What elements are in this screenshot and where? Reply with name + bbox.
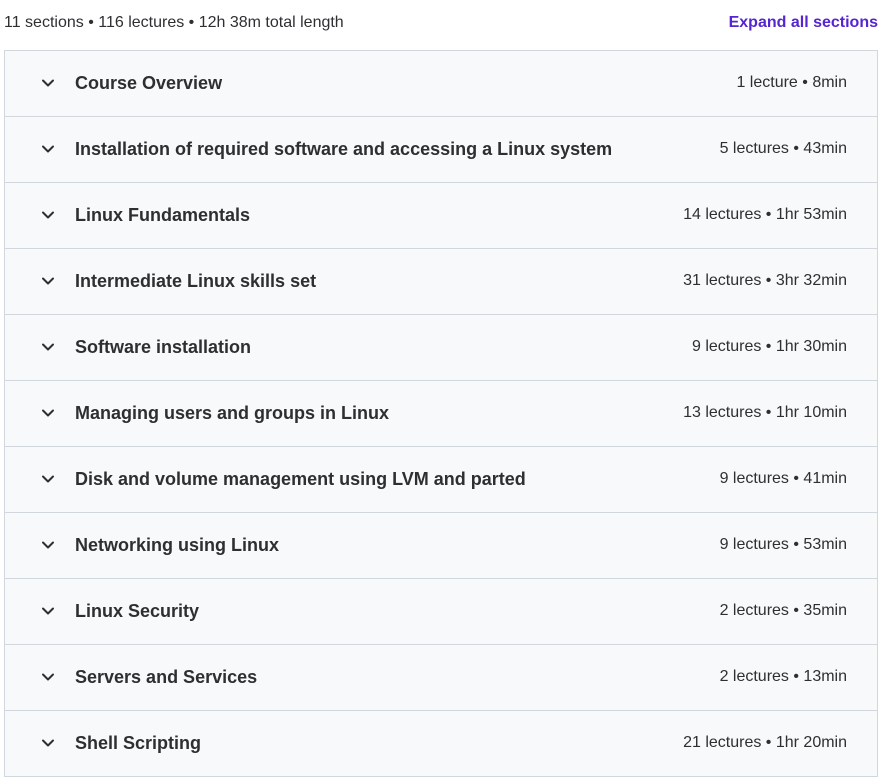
section-title: Intermediate Linux skills set: [75, 271, 317, 291]
section-title: Installation of required software and ac…: [75, 139, 613, 159]
chevron-down-icon: [41, 142, 55, 156]
chevron-down-icon: [41, 340, 55, 354]
section-lecture-count: 31 lectures • 3hr 32min: [683, 272, 847, 289]
chevron-down-icon: [41, 736, 55, 750]
section-linux-security[interactable]: Linux Security 2 lectures • 35min: [5, 579, 877, 645]
section-managing-users[interactable]: Managing users and groups in Linux 13 le…: [5, 381, 877, 447]
chevron-down-icon: [41, 76, 55, 90]
section-servers-services[interactable]: Servers and Services 2 lectures • 13min: [5, 645, 877, 711]
section-networking[interactable]: Networking using Linux 9 lectures • 53mi…: [5, 513, 877, 579]
section-title: Shell Scripting: [75, 733, 202, 753]
section-title: Managing users and groups in Linux: [75, 403, 390, 423]
expand-all-sections-button[interactable]: Expand all sections: [729, 14, 878, 32]
section-title: Software installation: [75, 337, 252, 357]
section-installation[interactable]: Installation of required software and ac…: [5, 117, 877, 183]
section-lecture-count: 5 lectures • 43min: [719, 140, 847, 157]
section-title: Linux Fundamentals: [75, 205, 251, 225]
chevron-down-icon: [41, 538, 55, 552]
curriculum-summary: 11 sections • 116 lectures • 12h 38m tot…: [4, 14, 344, 31]
curriculum-header: 11 sections • 116 lectures • 12h 38m tot…: [0, 0, 884, 50]
chevron-down-icon: [41, 274, 55, 288]
chevron-down-icon: [41, 670, 55, 684]
section-linux-fundamentals[interactable]: Linux Fundamentals 14 lectures • 1hr 53m…: [5, 183, 877, 249]
chevron-down-icon: [41, 406, 55, 420]
section-lecture-count: 21 lectures • 1hr 20min: [683, 734, 847, 751]
section-title: Networking using Linux: [75, 535, 280, 555]
section-lecture-count: 13 lectures • 1hr 10min: [683, 404, 847, 421]
section-title: Servers and Services: [75, 667, 258, 687]
section-title: Course Overview: [75, 73, 223, 93]
chevron-down-icon: [41, 604, 55, 618]
section-list: Course Overview 1 lecture • 8min Install…: [4, 50, 878, 777]
section-lecture-count: 9 lectures • 53min: [719, 536, 847, 553]
section-lecture-count: 2 lectures • 13min: [719, 668, 847, 685]
section-lecture-count: 9 lectures • 1hr 30min: [691, 338, 847, 355]
section-software-installation[interactable]: Software installation 9 lectures • 1hr 3…: [5, 315, 877, 381]
section-disk-volume[interactable]: Disk and volume management using LVM and…: [5, 447, 877, 513]
section-title: Disk and volume management using LVM and…: [75, 469, 526, 489]
section-lecture-count: 14 lectures • 1hr 53min: [683, 206, 847, 223]
section-title: Linux Security: [75, 601, 200, 621]
section-lecture-count: 9 lectures • 41min: [719, 470, 847, 487]
chevron-down-icon: [41, 208, 55, 222]
section-shell-scripting[interactable]: Shell Scripting 21 lectures • 1hr 20min: [5, 711, 877, 777]
section-intermediate-linux[interactable]: Intermediate Linux skills set 31 lecture…: [5, 249, 877, 315]
section-lecture-count: 2 lectures • 35min: [719, 602, 847, 619]
section-course-overview[interactable]: Course Overview 1 lecture • 8min: [5, 51, 877, 117]
chevron-down-icon: [41, 472, 55, 486]
section-lecture-count: 1 lecture • 8min: [736, 74, 847, 91]
